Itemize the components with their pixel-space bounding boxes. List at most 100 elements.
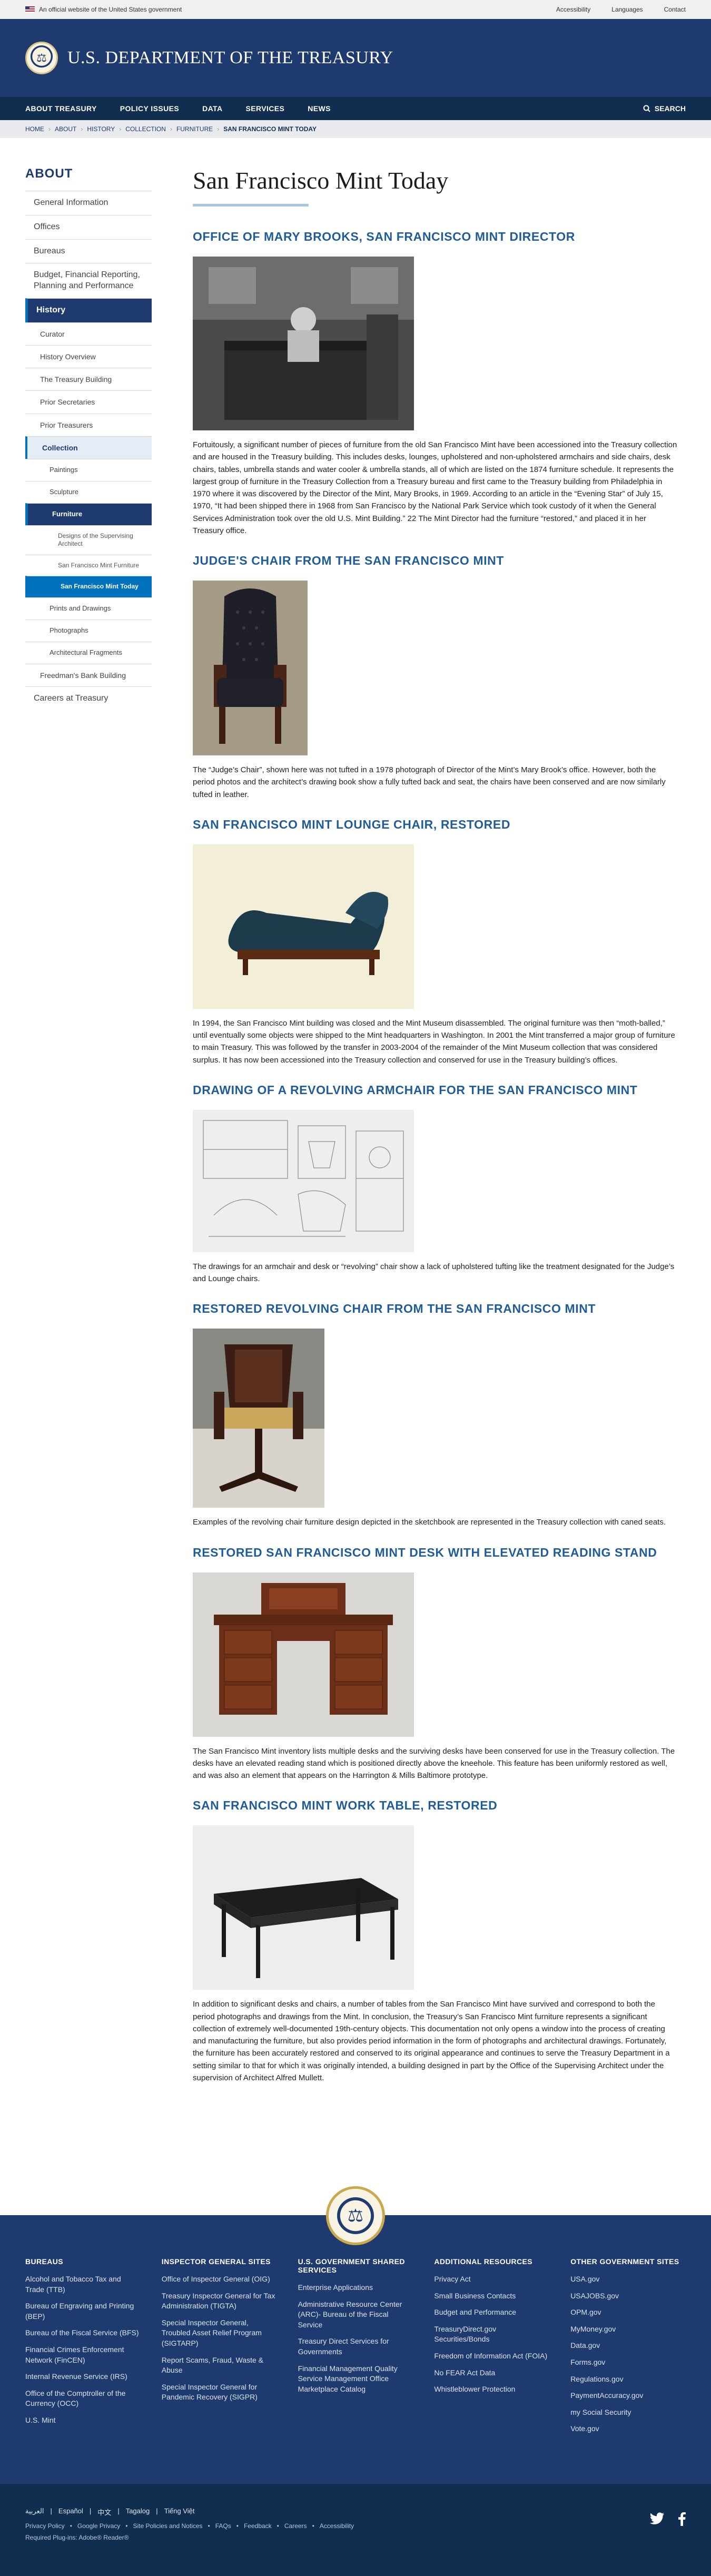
footer-link[interactable]: Office of the Comptroller of the Currenc… [25,2388,141,2409]
accessibility-footer-link[interactable]: Accessibility [320,2522,354,2530]
nav-news[interactable]: NEWS [308,104,331,113]
section-heading: RESTORED REVOLVING CHAIR FROM THE SAN FR… [193,1302,596,1316]
sidebar-item-sculpture[interactable]: Sculpture [25,480,152,503]
sidebar-item-supervising-architect[interactable]: Designs of the Supervising Architect [25,525,152,555]
sidebar-item-furniture[interactable]: Furniture [25,503,152,525]
treasury-seal-icon[interactable]: ⚖ [25,42,58,74]
footer-link[interactable]: Internal Revenue Service (IRS) [25,2372,141,2382]
sidebar-item-prior-treasurers[interactable]: Prior Treasurers [25,413,152,436]
footer-column-additional-resources: ADDITIONAL RESOURCES Privacy Act Small B… [434,2257,549,2484]
footer-link[interactable]: Budget and Performance [434,2307,549,2318]
sidebar-item-curator[interactable]: Curator [25,322,152,345]
sidebar-item-bureaus[interactable]: Bureaus [25,239,152,263]
twitter-icon[interactable] [650,2512,665,2525]
footer-link[interactable]: Bureau of the Fiscal Service (BFS) [25,2328,141,2338]
careers-link[interactable]: Careers [284,2522,307,2530]
main-content: San Francisco Mint Today OFFICE OF MARY … [152,138,686,2101]
footer-link[interactable]: Data.gov [570,2341,686,2351]
nav-policy-issues[interactable]: POLICY ISSUES [120,104,179,113]
language-link[interactable]: Español [58,2507,83,2517]
sidebar-item-prints-drawings[interactable]: Prints and Drawings [25,597,152,620]
sidebar-item-offices[interactable]: Offices [25,214,152,239]
accessibility-link[interactable]: Accessibility [556,6,590,13]
footer-link[interactable]: Treasury Direct Services for Governments [298,2336,413,2357]
footer-link[interactable]: PaymentAccuracy.gov [570,2391,686,2401]
language-link[interactable]: Tiếng Việt [164,2507,195,2517]
sidebar-item-history[interactable]: History [25,298,152,322]
footer-link[interactable]: Whistleblower Protection [434,2384,549,2395]
footer-link[interactable]: Financial Management Quality Service Man… [298,2364,413,2395]
revolving-armchair-drawing [193,1109,414,1252]
section-text: In addition to significant desks and cha… [193,2000,670,2082]
breadcrumb-history[interactable]: HISTORY [87,125,115,133]
sidebar-item-careers[interactable]: Careers at Treasury [25,686,152,711]
sidebar-item-architectural-fragments[interactable]: Architectural Fragments [25,641,152,664]
privacy-policy-link[interactable]: Privacy Policy [25,2522,65,2530]
footer-link[interactable]: U.S. Mint [25,2415,141,2426]
sidebar-item-sf-mint-today[interactable]: San Francisco Mint Today [25,576,152,597]
main-nav: ABOUT TREASURY POLICY ISSUES DATA SERVIC… [0,97,711,120]
sidebar-item-history-overview[interactable]: History Overview [25,345,152,368]
footer-link[interactable]: Financial Crimes Enforcement Network (Fi… [25,2345,141,2365]
breadcrumb-home[interactable]: HOME [25,125,44,133]
footer-link[interactable]: TreasuryDirect.gov Securities/Bonds [434,2324,549,2345]
nav-about-treasury[interactable]: ABOUT TREASURY [25,104,97,113]
footer-link[interactable]: Office of Inspector General (OIG) [162,2274,277,2285]
sidebar-item-freedmans-bank[interactable]: Freedman's Bank Building [25,663,152,686]
language-link[interactable]: 中文 [97,2507,111,2517]
languages-link[interactable]: Languages [611,6,643,13]
sidebar-item-prior-secretaries[interactable]: Prior Secretaries [25,390,152,413]
breadcrumb-furniture[interactable]: FURNITURE [176,125,213,133]
footer-link[interactable]: Special Inspector General, Troubled Asse… [162,2318,277,2349]
site-footer: BUREAUS Alcohol and Tobacco Tax and Trad… [0,2215,711,2484]
language-link[interactable]: Tagalog [126,2507,150,2517]
required-plugins[interactable]: Required Plug-ins: Adobe® Reader® [25,2534,686,2541]
sidebar-item-paintings[interactable]: Paintings [25,458,152,481]
footer-link[interactable]: Report Scams, Fraud, Waste & Abuse [162,2355,277,2376]
faqs-link[interactable]: FAQs [215,2522,231,2530]
section-heading: SAN FRANCISCO MINT LOUNGE CHAIR, RESTORE… [193,817,511,831]
sidebar-item-photographs[interactable]: Photographs [25,619,152,642]
footer-link[interactable]: MyMoney.gov [570,2324,686,2335]
sidebar-item-treasury-building[interactable]: The Treasury Building [25,368,152,390]
sidebar-item-collection[interactable]: Collection [25,436,152,459]
sidebar-item-general-information[interactable]: General Information [25,191,152,215]
footer-link[interactable]: Privacy Act [434,2274,549,2285]
footer-link[interactable]: USAJOBS.gov [570,2291,686,2302]
footer-link[interactable]: Vote.gov [570,2424,686,2434]
footer-link[interactable]: Freedom of Information Act (FOIA) [434,2351,549,2362]
footer-link[interactable]: Alcohol and Tobacco Tax and Trade (TTB) [25,2274,141,2295]
footer-link[interactable]: Bureau of Engraving and Printing (BEP) [25,2301,141,2322]
site-header: ⚖ U.S. DEPARTMENT OF THE TREASURY [0,19,711,97]
footer-link[interactable]: Administrative Resource Center (ARC)- Bu… [298,2299,413,2331]
footer-link[interactable]: No FEAR Act Data [434,2368,549,2378]
nav-data[interactable]: DATA [202,104,222,113]
sidebar-item-budget[interactable]: Budget, Financial Reporting, Planning an… [25,263,152,298]
social-links [650,2512,686,2526]
feedback-link[interactable]: Feedback [244,2522,272,2530]
footer-link[interactable]: Small Business Contacts [434,2291,549,2302]
facebook-icon[interactable] [678,2512,686,2526]
footer-link[interactable]: Regulations.gov [570,2374,686,2385]
site-title[interactable]: U.S. DEPARTMENT OF THE TREASURY [67,48,393,68]
contact-link[interactable]: Contact [664,6,686,13]
mary-brooks-office-photo [193,257,414,430]
footer-link[interactable]: Special Inspector General for Pandemic R… [162,2382,277,2403]
footer-link[interactable]: USA.gov [570,2274,686,2285]
breadcrumb-about[interactable]: ABOUT [55,125,76,133]
section-heading: SAN FRANCISCO MINT WORK TABLE, RESTORED [193,1798,498,1813]
language-link[interactable]: العربية [25,2507,44,2517]
nav-services[interactable]: SERVICES [245,104,284,113]
section-text: The drawings for an armchair and desk or… [193,1262,675,1283]
sidebar-item-sf-mint-furniture[interactable]: San Francisco Mint Furniture [25,554,152,576]
footer-link[interactable]: Forms.gov [570,2357,686,2368]
footer-link[interactable]: OPM.gov [570,2307,686,2318]
us-flag-icon [25,6,35,13]
site-policies-link[interactable]: Site Policies and Notices [133,2522,202,2530]
google-privacy-link[interactable]: Google Privacy [77,2522,120,2530]
breadcrumb-collection[interactable]: COLLECTION [125,125,166,133]
footer-link[interactable]: Enterprise Applications [298,2283,413,2293]
search-button[interactable]: SEARCH [643,104,686,113]
footer-link[interactable]: my Social Security [570,2407,686,2418]
footer-link[interactable]: Treasury Inspector General for Tax Admin… [162,2291,277,2312]
